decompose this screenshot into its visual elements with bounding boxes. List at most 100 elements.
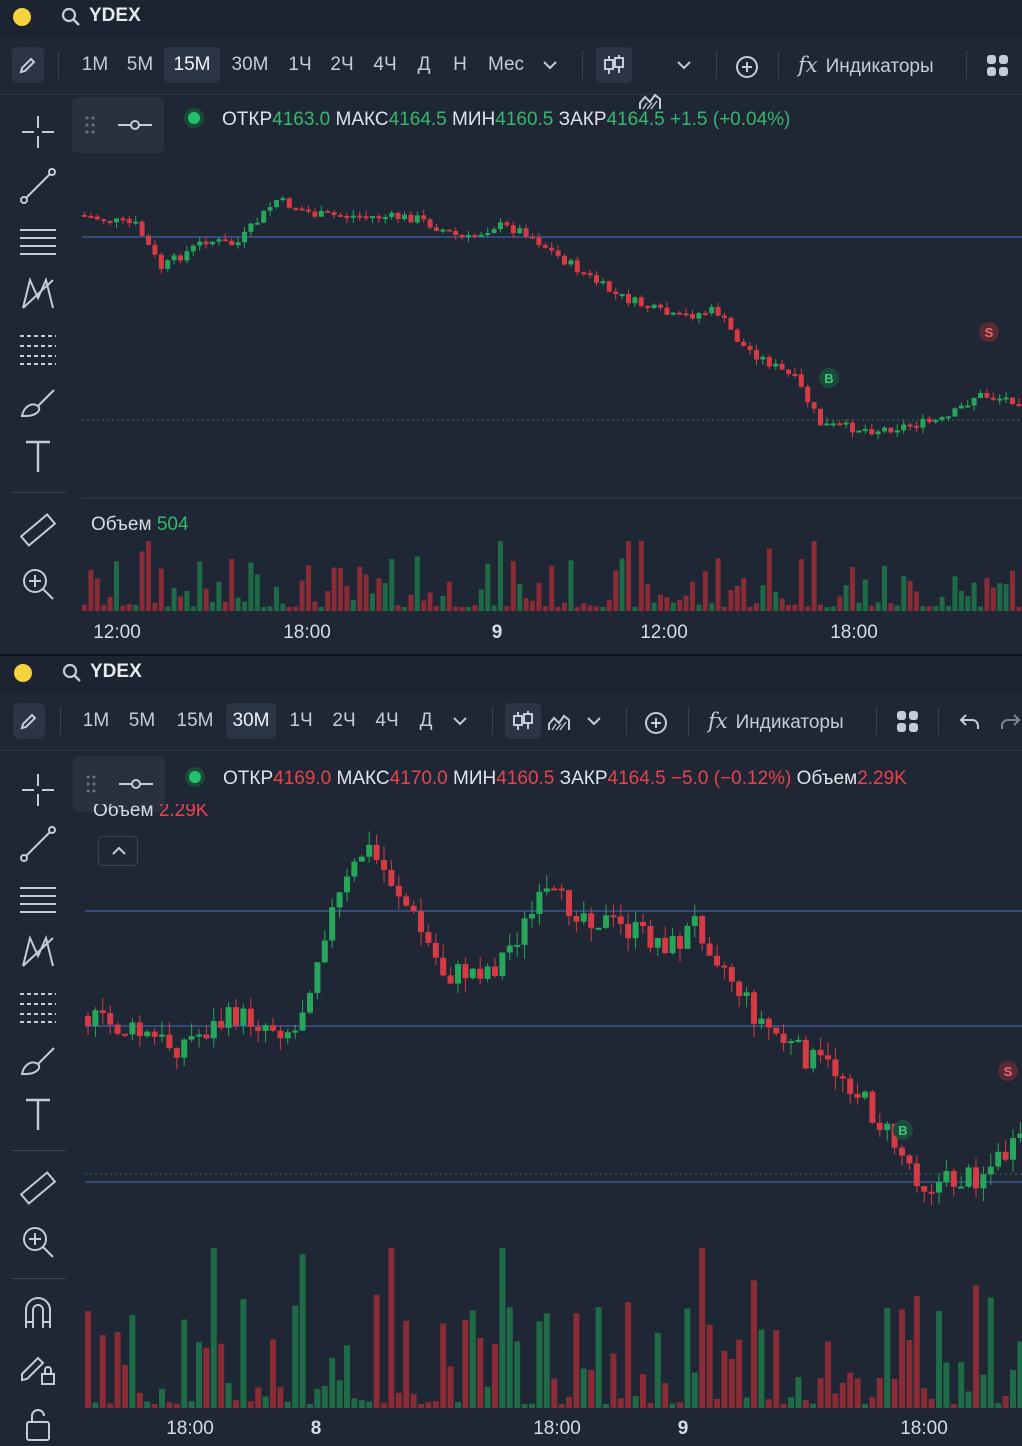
candle (314, 962, 321, 993)
volume-bar (455, 1402, 461, 1408)
candle (440, 957, 447, 976)
candle (485, 233, 491, 236)
volume-bar (933, 606, 939, 611)
volume-bar (971, 582, 977, 611)
candle (869, 429, 875, 435)
candle (165, 260, 171, 269)
candle (632, 297, 638, 304)
candle (741, 341, 747, 347)
candle (862, 1091, 868, 1098)
volume-bar (603, 1403, 609, 1408)
candle (798, 374, 804, 387)
volume-bar (350, 599, 356, 611)
candle (721, 965, 728, 968)
price-chart[interactable]: BS (0, 0, 1022, 654)
volume-bar (766, 548, 772, 611)
volume-bar (921, 1388, 928, 1408)
candle (440, 229, 446, 232)
volume-bar (203, 588, 209, 611)
volume-bar (715, 558, 721, 611)
volume-bar (847, 1372, 854, 1408)
x-axis-label: 18:00 (533, 1418, 581, 1439)
volume-bar (530, 600, 535, 611)
volume-bar (314, 1389, 321, 1408)
candle (478, 234, 484, 237)
volume-bar (647, 1403, 654, 1408)
candle (188, 1036, 195, 1040)
candle (906, 1155, 913, 1164)
volume-bar (485, 563, 491, 611)
candle (706, 943, 713, 956)
candle (875, 431, 881, 435)
candle (144, 1031, 151, 1037)
volume-bar (574, 606, 580, 611)
volume-bar (248, 562, 254, 611)
candle (536, 237, 542, 246)
volume-bar (549, 565, 555, 611)
volume-bar (466, 606, 471, 611)
candle (255, 1026, 262, 1031)
candle (810, 1049, 817, 1069)
volume-bar (765, 1399, 772, 1408)
volume-bar (462, 1319, 469, 1408)
volume-bar (523, 598, 529, 611)
volume-bar (85, 1310, 91, 1408)
candle (549, 247, 555, 251)
volume-bar (658, 594, 663, 611)
candle (517, 228, 523, 234)
candle (267, 207, 273, 211)
volume-bar (978, 606, 983, 611)
volume-bar (958, 590, 964, 611)
volume-bar (587, 605, 593, 611)
volume-bar (555, 606, 561, 611)
candle (136, 1022, 143, 1037)
trade-marker-label: S (1004, 1064, 1013, 1079)
candle (529, 913, 535, 919)
volume-bar (551, 1378, 558, 1408)
volume-bar (477, 1337, 484, 1408)
candle (722, 315, 727, 318)
volume-bar (459, 606, 465, 611)
volume-bar (344, 586, 350, 611)
volume-bar (965, 1391, 972, 1408)
candle (418, 911, 424, 933)
trade-marker-label: S (985, 325, 994, 340)
candle (626, 293, 631, 304)
candle (690, 314, 695, 319)
candle (469, 968, 476, 979)
candle (773, 363, 779, 367)
volume-bar (329, 1357, 336, 1408)
candle (277, 1030, 284, 1039)
volume-bar (240, 1299, 247, 1408)
volume-bar (447, 1366, 454, 1408)
candle (926, 418, 932, 423)
candle (788, 1041, 794, 1044)
volume-bar (517, 584, 523, 611)
candle (235, 242, 241, 246)
volume-bar (786, 604, 791, 611)
candle (491, 229, 497, 234)
volume-bar (408, 594, 414, 611)
price-chart[interactable]: BS (0, 656, 1022, 1446)
candle (222, 239, 228, 242)
candle (581, 272, 587, 275)
candle (146, 235, 151, 245)
candle (126, 218, 132, 224)
candle (196, 1034, 202, 1037)
candle (197, 241, 203, 246)
candle (936, 1182, 942, 1193)
volume-bar (843, 585, 849, 611)
candle (262, 1025, 269, 1031)
volume-bar (884, 1308, 891, 1408)
candle (795, 1039, 802, 1042)
volume-bar (810, 1403, 817, 1408)
candle (514, 944, 521, 947)
candle (1010, 397, 1015, 405)
candle (899, 1147, 905, 1156)
candle (158, 254, 164, 269)
volume-bar (664, 597, 670, 611)
volume-bar (760, 585, 766, 611)
candle (254, 222, 260, 225)
candle (299, 1012, 306, 1031)
volume-bar (543, 1313, 550, 1408)
